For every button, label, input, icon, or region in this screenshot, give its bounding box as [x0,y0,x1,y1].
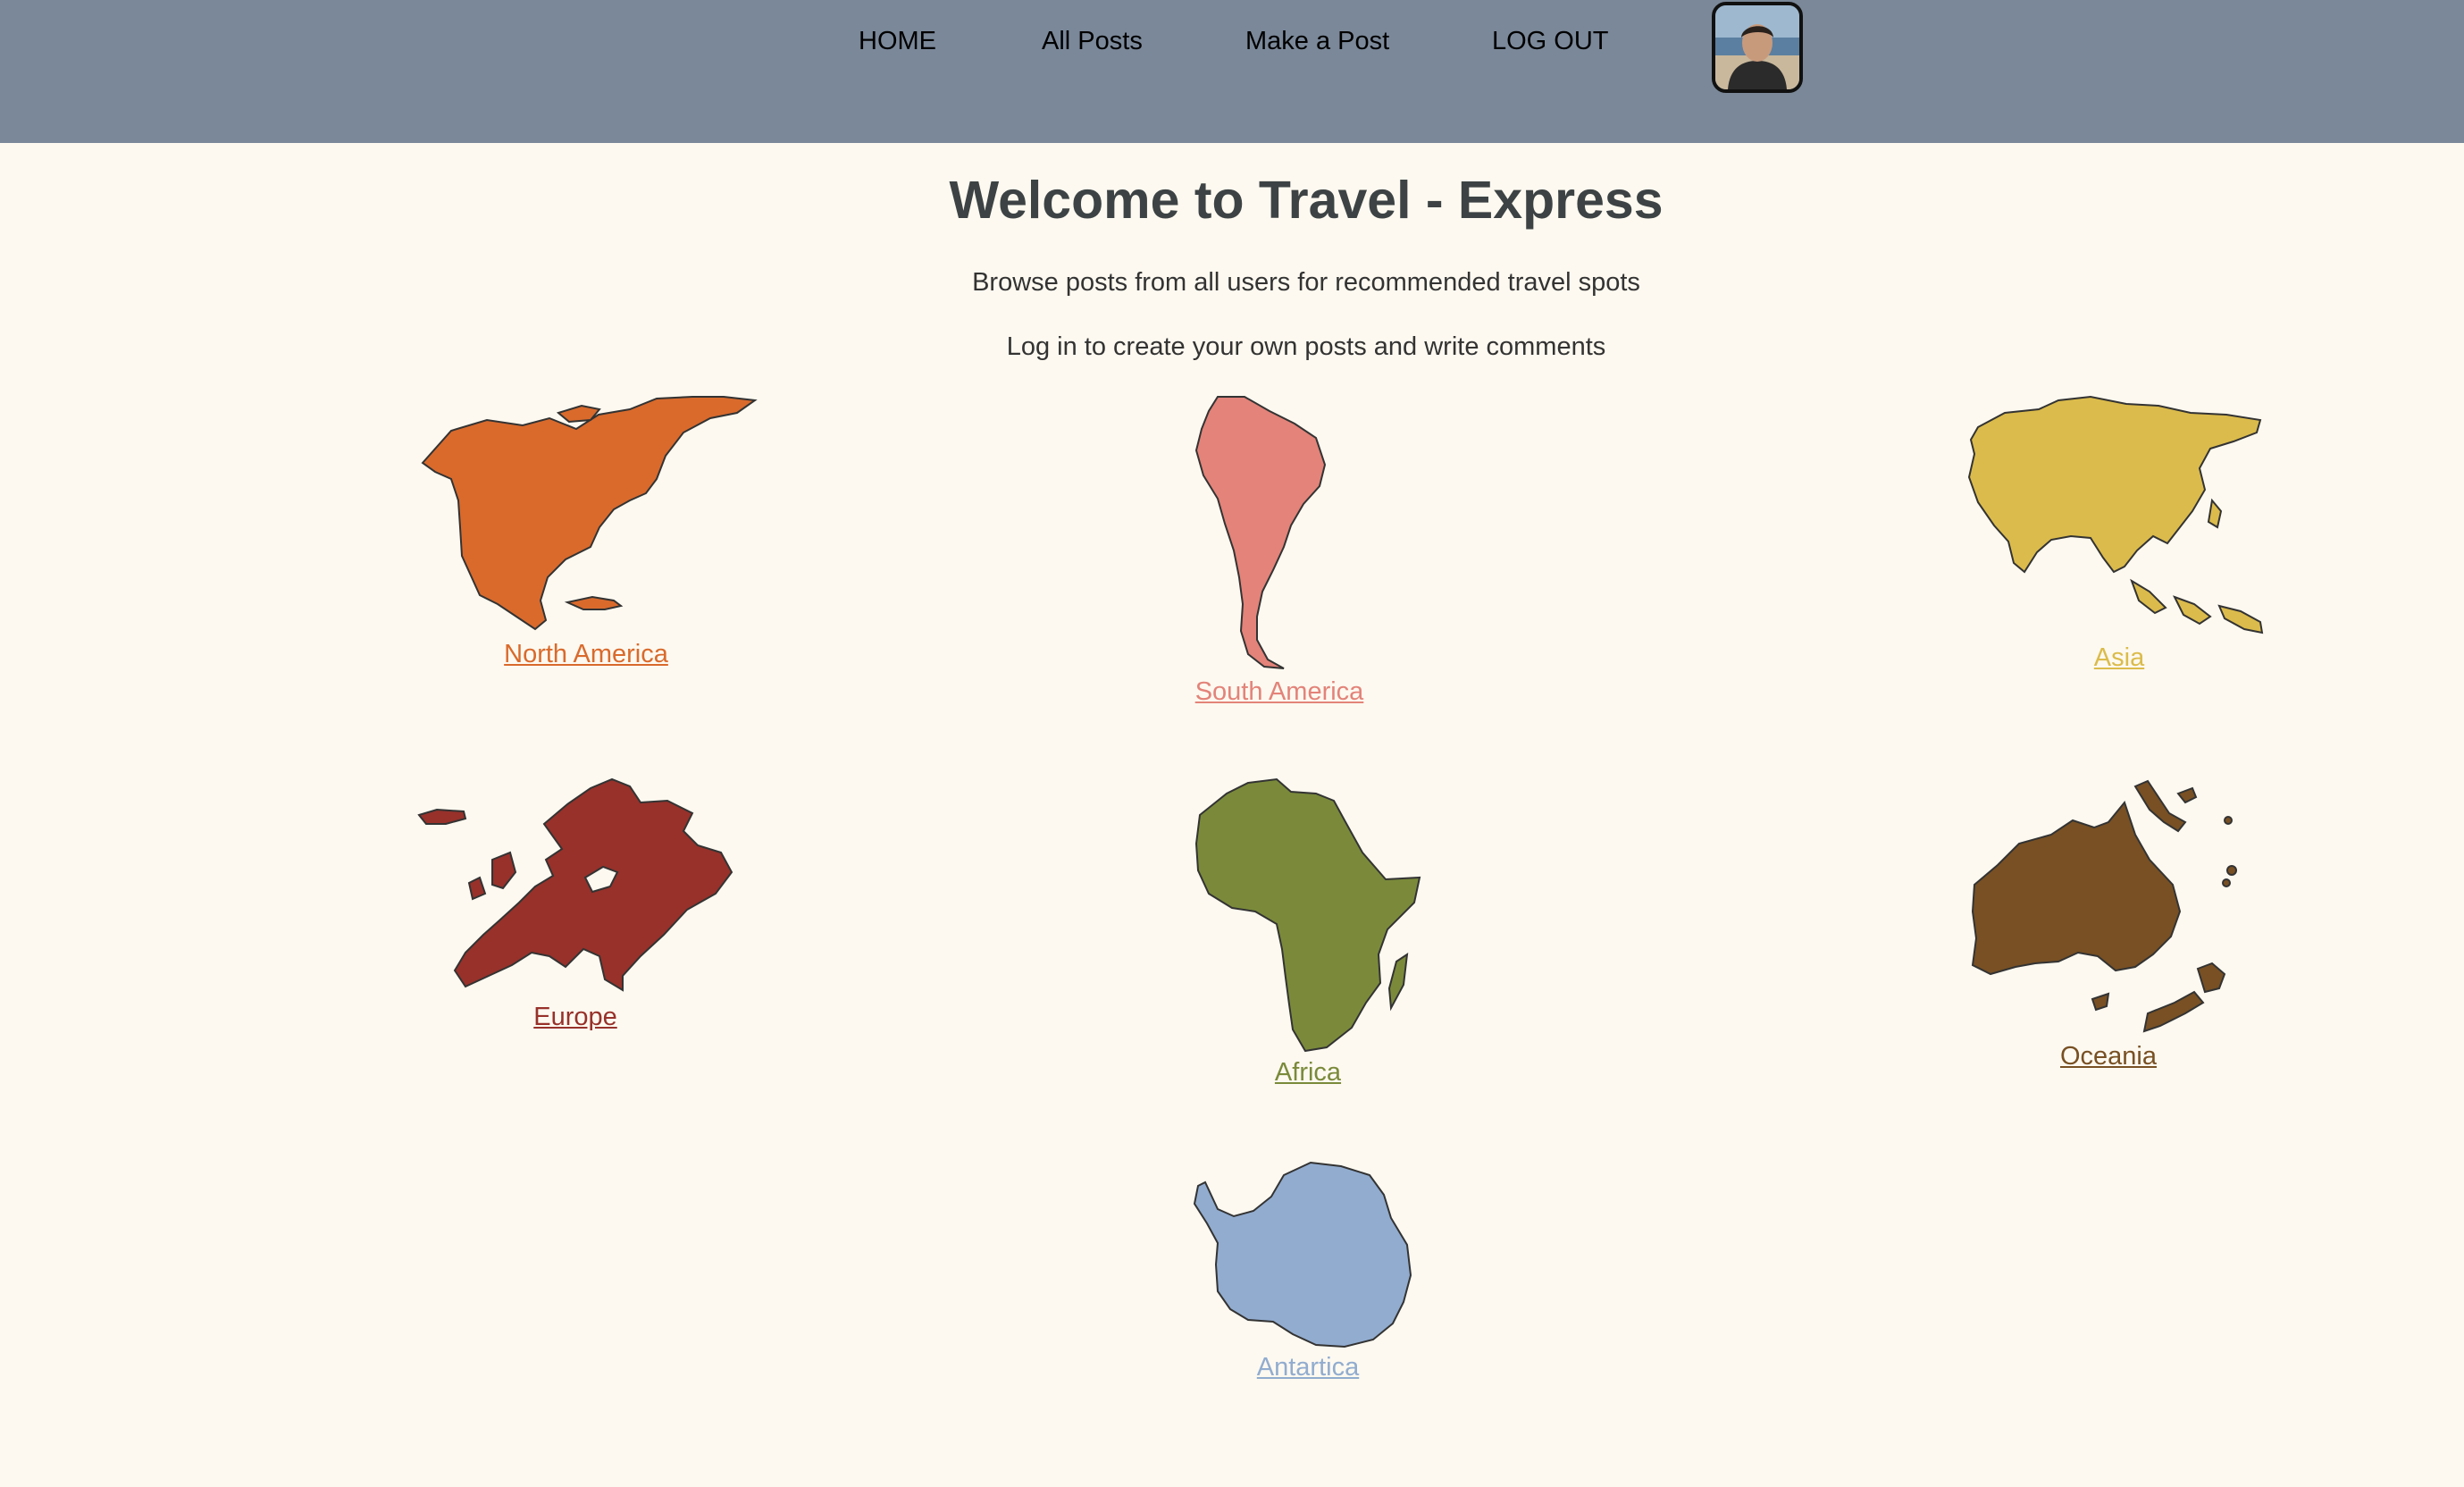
asia-link[interactable]: Asia [2094,643,2144,673]
africa-icon [1194,777,1421,1053]
oceania-link[interactable]: Oceania [2060,1042,2157,1071]
europe-icon [417,777,733,992]
antarctica-icon [1193,1161,1412,1348]
intro-browse-text: Browse posts from all users for recommen… [972,268,1640,297]
oceania-icon [1971,779,2237,1033]
europe-link[interactable]: Europe [533,1003,617,1032]
asia-icon [1967,395,2264,634]
south-america-icon [1194,396,1327,669]
oceania-map[interactable] [1965,777,2251,1042]
nav-logout-link[interactable]: LOG OUT [1492,27,1609,56]
north-america-map[interactable] [415,393,764,634]
nav-all-posts-link[interactable]: All Posts [1042,27,1143,56]
europe-map[interactable] [415,777,737,996]
africa-map[interactable] [1191,777,1423,1054]
intro-login-text: Log in to create your own posts and writ… [1006,332,1606,361]
avatar-photo [1715,5,1799,89]
south-america-link[interactable]: South America [1195,677,1364,707]
north-america-link[interactable]: North America [504,640,668,669]
north-america-icon [421,396,758,631]
south-america-map[interactable] [1191,393,1370,672]
antarctica-link[interactable]: Antartica [1257,1353,1359,1382]
antarctica-map[interactable] [1191,1157,1423,1354]
africa-link[interactable]: Africa [1275,1058,1341,1088]
top-navbar: HOME All Posts Make a Post LOG OUT [0,0,2464,143]
nav-make-post-link[interactable]: Make a Post [1245,27,1389,56]
page-title: Welcome to Travel - Express [949,171,1664,230]
nav-home-link[interactable]: HOME [859,27,936,56]
user-avatar[interactable] [1712,2,1803,93]
asia-map[interactable] [1965,393,2274,636]
